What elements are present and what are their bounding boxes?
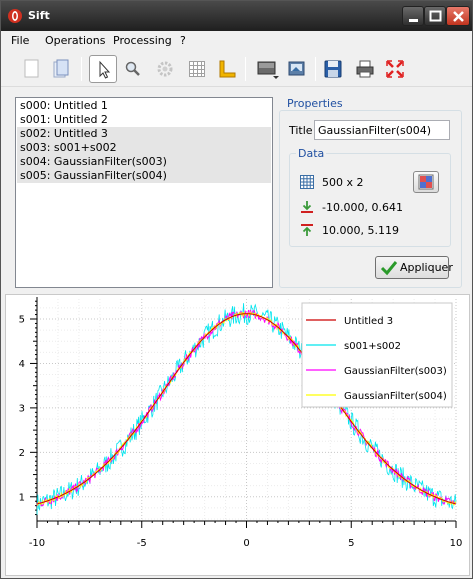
new-signal-icon bbox=[24, 59, 39, 78]
minimize-icon bbox=[409, 19, 418, 22]
data-size: 500 x 2 bbox=[322, 176, 364, 189]
max-icon bbox=[301, 224, 313, 236]
legend-label: s001+s002 bbox=[344, 341, 401, 352]
x-tick-label: -5 bbox=[137, 538, 147, 549]
list-item[interactable]: s000: Untitled 1 bbox=[17, 99, 271, 113]
fullscreen-button[interactable] bbox=[381, 55, 409, 83]
x-tick-label: -10 bbox=[29, 538, 45, 549]
app-window: Sift File Operations Processing ? s000: … bbox=[0, 0, 473, 579]
plot-area[interactable]: -10 -5 0 5 10 1 2 3 4 5 Untitled 3 s001+s002 Gaussia… bbox=[5, 294, 470, 576]
save-icon bbox=[324, 60, 342, 78]
open-button[interactable] bbox=[47, 55, 75, 83]
maximize-icon bbox=[429, 10, 442, 22]
x-tick-label: 0 bbox=[243, 538, 249, 549]
maximize-button[interactable] bbox=[424, 6, 446, 26]
matrix-view-icon bbox=[418, 174, 434, 190]
open-icon bbox=[53, 59, 69, 78]
app-logo-icon bbox=[8, 9, 22, 23]
y-tick-label: 5 bbox=[19, 315, 25, 326]
x-tick-label: 10 bbox=[450, 538, 463, 549]
y-tick-label: 4 bbox=[19, 359, 25, 370]
toolbar-separator bbox=[81, 57, 82, 81]
apply-button[interactable]: Appliquer bbox=[375, 256, 453, 279]
list-item[interactable]: s003: s001+s002 bbox=[17, 141, 271, 155]
toolbar-separator bbox=[315, 57, 316, 81]
data-min: -10.000, 0.641 bbox=[322, 201, 403, 214]
export-image-icon bbox=[288, 61, 305, 76]
legend-label: GaussianFilter(s003) bbox=[344, 366, 447, 377]
apply-button-label: Appliquer bbox=[400, 261, 453, 274]
zoom-tool-icon bbox=[125, 61, 140, 76]
matrix-size-icon bbox=[300, 175, 314, 189]
export-image-button[interactable] bbox=[283, 55, 311, 83]
list-item[interactable]: s005: GaussianFilter(s004) bbox=[17, 169, 271, 183]
checkmark-icon bbox=[380, 261, 398, 276]
select-tool-icon bbox=[99, 60, 111, 79]
curve-style-icon bbox=[257, 61, 279, 79]
list-item[interactable]: s002: Untitled 3 bbox=[17, 127, 271, 141]
x-tick-label: 5 bbox=[348, 538, 354, 549]
title-bar[interactable]: Sift bbox=[1, 1, 472, 31]
menu-bar: File Operations Processing ? bbox=[1, 31, 472, 51]
settings-icon bbox=[157, 61, 173, 77]
select-tool-button[interactable] bbox=[89, 55, 117, 83]
menu-file[interactable]: File bbox=[11, 34, 29, 47]
menu-operations[interactable]: Operations bbox=[45, 34, 105, 47]
menu-processing[interactable]: Processing bbox=[113, 34, 172, 47]
grid-button[interactable] bbox=[183, 55, 211, 83]
close-button[interactable] bbox=[446, 6, 470, 26]
fullscreen-icon bbox=[386, 60, 404, 78]
list-item[interactable]: s001: Untitled 2 bbox=[17, 113, 271, 127]
y-tick-label: 3 bbox=[19, 403, 25, 414]
ruler-icon bbox=[219, 60, 236, 78]
data-max: 10.000, 5.119 bbox=[322, 224, 399, 237]
print-button[interactable] bbox=[351, 55, 379, 83]
data-group-title: Data bbox=[296, 147, 327, 160]
window-title: Sift bbox=[28, 9, 50, 22]
ruler-button[interactable] bbox=[213, 55, 241, 83]
toolbar-separator bbox=[245, 57, 246, 81]
close-icon bbox=[453, 11, 464, 22]
toolbar bbox=[1, 51, 472, 87]
view-matrix-button[interactable] bbox=[413, 171, 439, 193]
zoom-tool-button[interactable] bbox=[119, 55, 147, 83]
minimize-button[interactable] bbox=[402, 6, 424, 26]
grid-icon bbox=[189, 61, 205, 77]
min-icon bbox=[301, 201, 313, 213]
curve-style-button[interactable] bbox=[253, 55, 281, 83]
signal-plot[interactable]: -10 -5 0 5 10 1 2 3 4 5 Untitled 3 s001+s002 Gaussia… bbox=[6, 295, 469, 575]
menu-help[interactable]: ? bbox=[180, 34, 186, 47]
print-icon bbox=[356, 60, 374, 78]
title-input[interactable] bbox=[314, 120, 450, 140]
list-item[interactable]: s004: GaussianFilter(s003) bbox=[17, 155, 271, 169]
new-signal-button[interactable] bbox=[17, 55, 45, 83]
legend-label: Untitled 3 bbox=[344, 316, 393, 327]
save-button[interactable] bbox=[319, 55, 347, 83]
signal-list[interactable]: s000: Untitled 1 s001: Untitled 2 s002: … bbox=[15, 97, 273, 288]
settings-button[interactable] bbox=[151, 55, 179, 83]
properties-title: Properties bbox=[287, 97, 343, 110]
y-tick-label: 1 bbox=[19, 492, 25, 503]
title-label: Title bbox=[289, 124, 313, 137]
legend-label: GaussianFilter(s004) bbox=[344, 391, 447, 402]
y-tick-label: 2 bbox=[19, 448, 25, 459]
